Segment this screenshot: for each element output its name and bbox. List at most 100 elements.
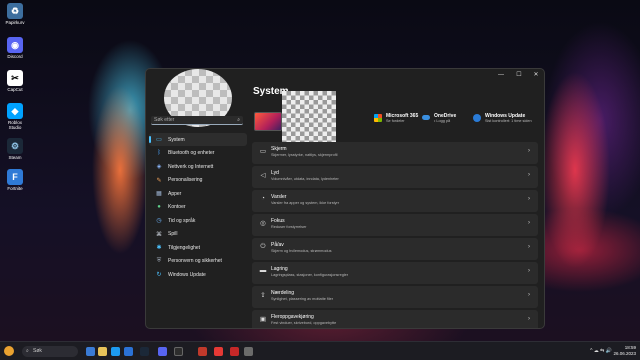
row-title: Varsler xyxy=(271,194,287,200)
settings-row-power[interactable]: ⏻ På/av Skjerm og hvilemodus, strømmodus… xyxy=(252,238,538,260)
edge-icon[interactable] xyxy=(111,347,120,356)
settings-row-sound[interactable]: ◁ Lyd Volumnivåer, utdata, inndata, lyde… xyxy=(252,166,538,188)
settings-taskbar-icon[interactable] xyxy=(244,347,253,356)
sidebar-item-personalization[interactable]: ✎ Personalisering xyxy=(149,174,247,187)
settings-row-multitasking[interactable]: ▣ Fleroppgavekjøring Fest vinduer, skriv… xyxy=(252,310,538,328)
nearby-share-icon: ⇪ xyxy=(260,292,266,299)
sidebar-item-windows-update[interactable]: ↻ Windows Update xyxy=(149,268,247,281)
settings-row-storage[interactable]: ▬ Lagring Lagringsplass, stasjoner, konf… xyxy=(252,262,538,284)
sidebar-item-label: Tilgjengelighet xyxy=(168,244,201,251)
speaker-icon: ◁ xyxy=(260,172,266,179)
settings-window: — ☐ ✕ Søk etter ⌕ ▭ System ᛒ Bluetooth o… xyxy=(145,68,545,329)
roblox-studio-icon: ◆ xyxy=(7,103,23,119)
onedrive-icon xyxy=(422,115,430,120)
sidebar-item-network[interactable]: ◈ Nettverk og Internett xyxy=(149,160,247,173)
sidebar-item-label: Nettverk og Internett xyxy=(168,163,214,170)
file-explorer-icon[interactable] xyxy=(98,347,107,356)
desktop-icon-roblox-studio[interactable]: ◆ Roblox Studio xyxy=(2,103,28,130)
steam-icon: ⚙ xyxy=(7,138,23,154)
settings-row-notifications[interactable]: ◔ Varsler Varsler fra apper og system, i… xyxy=(252,190,538,212)
settings-row-display[interactable]: ▭ Skjerm Skjermer, lysstyrke, nattlys, s… xyxy=(252,142,538,164)
sidebar-item-system[interactable]: ▭ System xyxy=(149,133,247,146)
settings-row-focus[interactable]: ◎ Fokus Reduser forstyrrelser › xyxy=(252,214,538,236)
sidebar-item-apps[interactable]: ▦ Apper xyxy=(149,187,247,200)
red-app-icon[interactable] xyxy=(230,347,239,356)
brush-icon: ✎ xyxy=(156,177,162,184)
media-app-icon[interactable] xyxy=(198,347,207,356)
discord-taskbar-icon[interactable] xyxy=(158,347,167,356)
chevron-right-icon: › xyxy=(528,268,530,274)
taskbar: ⌕ Søk ^ ☁ ⇆ 🔊 18:59 26.06.2023 xyxy=(0,341,640,360)
desktop-icon-steam[interactable]: ⚙ Steam xyxy=(2,138,28,160)
sidebar-item-label: Bluetooth og enheter xyxy=(168,150,215,156)
desktop-icon-discord[interactable]: ◉ Discord xyxy=(2,37,28,59)
sidebar: ▭ System ᛒ Bluetooth og enheter ◈ Nettve… xyxy=(149,133,247,282)
minimize-button[interactable]: — xyxy=(496,71,506,79)
desktop-icon-label: Steam xyxy=(8,155,22,160)
discord-icon: ◉ xyxy=(7,37,23,53)
taskbar-search-label: Søk xyxy=(33,348,42,354)
focus-icon: ◎ xyxy=(260,220,266,227)
chevron-right-icon: › xyxy=(528,316,530,322)
search-placeholder: Søk etter xyxy=(154,117,175,123)
desktop-icon-fortnite[interactable]: F Fortnite xyxy=(2,169,28,191)
sidebar-item-label: Windows Update xyxy=(168,271,206,278)
close-button[interactable]: ✕ xyxy=(531,71,541,79)
quick-link-microsoft-365[interactable]: Microsoft 365 Se fordeler xyxy=(374,113,418,124)
maximize-button[interactable]: ☐ xyxy=(514,71,524,79)
sidebar-item-label: Personalisering xyxy=(168,177,203,183)
store-icon[interactable] xyxy=(124,347,133,356)
system-tray-icons[interactable]: ^ ☁ ⇆ 🔊 xyxy=(590,348,612,354)
desktop-icon-label: Roblox Studio xyxy=(7,120,22,130)
row-subtitle: Skjermer, lysstyrke, nattlys, skjermprof… xyxy=(271,153,338,157)
row-subtitle: Volumnivåer, utdata, inndata, lydenheter xyxy=(271,177,339,181)
desktop-icon-papirkurv[interactable]: ♻ Papirkurv xyxy=(2,3,28,25)
sidebar-item-accessibility[interactable]: ✱ Tilgjengelighet xyxy=(149,241,247,254)
weather-icon[interactable] xyxy=(4,346,14,356)
clock-date: 26.06.2023 xyxy=(613,351,636,356)
sidebar-item-label: System xyxy=(168,136,185,143)
clock[interactable]: 18:59 26.06.2023 xyxy=(613,345,636,357)
quick-link-onedrive[interactable]: OneDrive • Logg på xyxy=(422,113,456,124)
chevron-right-icon: › xyxy=(528,196,530,202)
search-icon: ⌕ xyxy=(26,348,29,354)
desktop-icon-capcut[interactable]: ✂ CapCut xyxy=(2,70,28,92)
steam-taskbar-icon[interactable] xyxy=(140,347,149,356)
row-subtitle: Varsler fra apper og system, ikke forsty… xyxy=(271,201,340,205)
device-name-blurred xyxy=(282,91,336,146)
taskbar-search[interactable]: ⌕ Søk xyxy=(22,346,78,357)
settings-row-nearby-sharing[interactable]: ⇪ Nærdeling Synlighet, plassering av mot… xyxy=(252,286,538,308)
sidebar-item-label: Spill xyxy=(168,231,178,237)
quick-link-subtitle: • Logg på xyxy=(434,119,451,123)
search-icon[interactable]: ⌕ xyxy=(237,116,240,125)
row-subtitle: Reduser forstyrrelser xyxy=(271,225,307,229)
power-icon: ⏻ xyxy=(260,243,266,250)
row-subtitle: Lagringsplass, stasjoner, konfigurasjons… xyxy=(271,273,349,277)
clock-icon: ◷ xyxy=(156,218,162,224)
chevron-right-icon: › xyxy=(528,220,530,226)
fortnite-icon: F xyxy=(7,169,23,185)
sidebar-item-accounts[interactable]: ● Kontoer xyxy=(149,201,247,214)
sidebar-item-bluetooth[interactable]: ᛒ Bluetooth og enheter xyxy=(149,147,247,160)
row-subtitle: Skjerm og hvilemodus, strømmodus xyxy=(271,249,332,253)
sidebar-item-time-language[interactable]: ◷ Tid og språk xyxy=(149,214,247,227)
storage-icon: ▬ xyxy=(259,267,267,274)
youtube-icon[interactable] xyxy=(214,347,223,356)
quick-link-windows-update[interactable]: Windows Update Sist kontrollert: 1 time … xyxy=(473,113,532,124)
monitor-icon: ▭ xyxy=(156,137,162,143)
row-subtitle: Synlighet, plassering av mottatte filer xyxy=(271,297,334,301)
row-title: Skjerm xyxy=(271,146,287,152)
sidebar-item-gaming[interactable]: ⌘ Spill xyxy=(149,228,247,241)
capcut-icon: ✂ xyxy=(7,70,23,86)
task-view-icon[interactable] xyxy=(86,347,95,356)
terminal-icon[interactable] xyxy=(174,347,183,356)
search-input[interactable]: Søk etter ⌕ xyxy=(151,116,243,125)
device-thumbnail[interactable] xyxy=(254,112,282,131)
recycle-bin-icon: ♻ xyxy=(7,3,23,19)
apps-icon: ▦ xyxy=(156,191,162,197)
windows-update-icon xyxy=(473,114,481,122)
accessibility-icon: ✱ xyxy=(156,245,162,251)
sidebar-item-privacy[interactable]: ⛨ Personvern og sikkerhet xyxy=(149,255,247,268)
quick-link-subtitle: Sist kontrollert: 1 time siden xyxy=(485,119,532,123)
display-icon: ▭ xyxy=(259,148,267,155)
